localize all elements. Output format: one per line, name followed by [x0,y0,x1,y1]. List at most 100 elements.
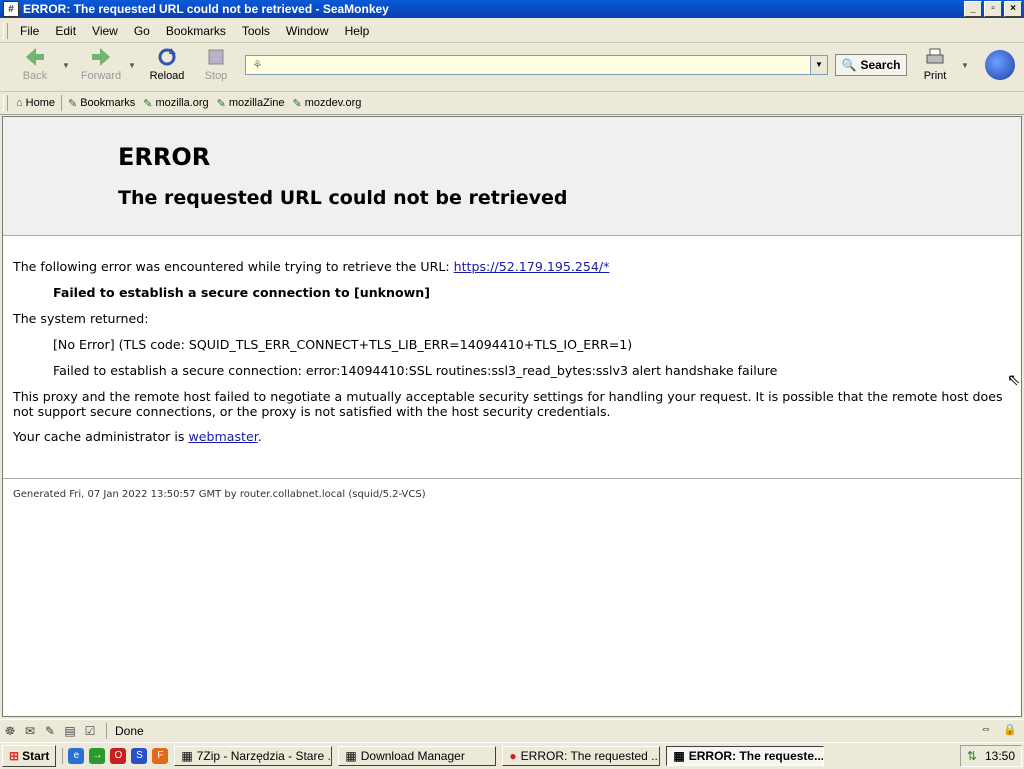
ie-icon[interactable]: e [68,748,85,764]
bookmarks-grip [3,95,8,111]
page-title: ERROR [118,143,211,171]
navigator-icon[interactable]: ☸ [0,724,20,738]
close-button[interactable]: × [1004,1,1022,17]
ssl-detail: Failed to establish a secure connection:… [53,363,778,378]
folder-icon: ▦ [181,749,193,763]
requested-url-link[interactable]: https://52.179.195.254/* [454,259,610,274]
stop-button[interactable]: Stop [191,46,241,82]
stop-label: Stop [204,70,228,82]
url-input[interactable] [270,57,814,75]
minimize-button[interactable]: _ [964,1,982,17]
quick-launch: e → O S F [62,748,169,764]
menu-go[interactable]: Go [126,24,158,38]
bookmarks-icon: ✎ [68,97,78,110]
menu-edit[interactable]: Edit [47,24,84,38]
windows-logo-icon: ⊞ [9,749,20,763]
status-text: Done [106,723,144,739]
page-subtitle: The requested URL could not be retrieved [118,187,568,209]
menu-bar: File Edit View Go Bookmarks Tools Window… [0,20,1024,43]
forward-button[interactable]: Forward [76,46,126,82]
seamonkey-task-icon: ▦ [673,749,685,763]
security-lock-icon: 🔒 [1003,724,1017,736]
bookmark-mozillazine[interactable]: ✎ mozillaZine [213,97,289,110]
menu-file[interactable]: File [12,24,47,38]
task-7zip[interactable]: ▦ 7Zip - Narzędzia - Stare ... [174,746,333,766]
mail-icon[interactable]: ✉ [20,724,40,738]
start-button[interactable]: ⊞ Start [2,745,57,767]
system-returned: The system returned: [13,311,149,326]
search-button[interactable]: 🔍 Search [835,54,907,76]
print-label: Print [923,70,947,82]
bookmark-label: mozdev.org [304,97,362,109]
reload-label: Reload [149,70,185,82]
menu-help[interactable]: Help [337,24,378,38]
addressbook-icon[interactable]: ▤ [60,724,80,738]
start-label: Start [22,749,50,763]
toolbar-grip [3,23,8,39]
link-icon: ✎ [143,97,153,110]
reload-button[interactable]: Reload [142,46,192,82]
composer-icon[interactable]: ✎ [40,724,60,738]
error-intro: The following error was encountered whil… [13,259,609,274]
back-dropdown-icon[interactable]: ▼ [62,61,70,70]
maximize-button[interactable]: ▫ [984,1,1002,17]
task-label: 7Zip - Narzędzia - Stare ... [196,749,333,763]
home-icon: ⌂ [16,97,23,109]
window-titlebar: # ERROR: The requested URL could not be … [0,0,1024,18]
back-button[interactable]: Back [10,46,60,82]
irc-icon[interactable]: ☑ [80,724,100,738]
bookmark-label: mozilla.org [155,97,209,109]
intro-text: The following error was encountered whil… [13,259,454,274]
opera-icon[interactable]: O [110,748,127,764]
bookmark-label: mozillaZine [228,97,285,109]
admin-prefix: Your cache administrator is [13,429,189,444]
bookmark-mozdev[interactable]: ✎ mozdev.org [289,97,366,110]
url-bar[interactable]: ⚘ ▼ [245,55,828,75]
error-failed: Failed to establish a secure connection … [53,285,431,300]
menu-tools[interactable]: Tools [234,24,278,38]
bookmark-mozilla-org[interactable]: ✎ mozilla.org [139,97,212,110]
forward-label: Forward [80,70,122,82]
page-footer: Generated Fri, 07 Jan 2022 13:50:57 GMT … [13,489,426,500]
url-dropdown-icon[interactable]: ▼ [810,56,827,74]
taskbar: ⊞ Start e → O S F ▦ 7Zip - Narzędzia - Sta… [0,742,1024,769]
bookmark-label: Bookmarks [80,97,136,109]
link-icon: ✎ [216,97,226,110]
bookmarks-toolbar: ⌂ Home ✎ Bookmarks ✎ mozilla.org ✎ mozillaZi… [0,92,1024,115]
reload-icon [158,48,176,66]
task-error-opera[interactable]: ● ERROR: The requested ... [502,746,661,766]
navigation-toolbar: Back ▼ Forward ▼ Reload Stop ⚘ ▼ 🔍 Searc… [0,43,1024,92]
online-status-icon[interactable]: ⇔ [976,723,996,739]
clock[interactable]: 13:50 [985,749,1015,763]
error-explanation: This proxy and the remote host failed to… [13,389,1003,419]
status-bar: ☸ ✉ ✎ ▤ ☑ Done ⇔ 🔒 [0,719,1024,742]
print-button[interactable]: Print [920,46,950,82]
bookmark-label: Home [25,97,55,109]
admin-line: Your cache administrator is webmaster. [13,429,262,444]
printer-icon [926,48,944,64]
show-desktop-icon[interactable]: → [89,748,106,764]
page-content: ERROR The requested URL could not be ret… [2,116,1022,717]
task-label: ERROR: The requeste... [688,749,825,763]
bookmark-home[interactable]: ⌂ Home [12,97,59,109]
webmaster-link[interactable]: webmaster [188,429,257,444]
mouse-cursor-icon: ⇖ [1007,372,1021,389]
seamonkey-throbber-icon[interactable] [985,50,1015,80]
bookmark-bookmarks[interactable]: ✎ Bookmarks [64,97,139,110]
error-header: ERROR The requested URL could not be ret… [3,117,1021,236]
download-icon: ▦ [345,749,357,763]
firefox-icon[interactable]: F [152,748,169,764]
menu-bookmarks[interactable]: Bookmarks [158,24,234,38]
forward-dropdown-icon[interactable]: ▼ [128,61,136,70]
task-download-manager[interactable]: ▦ Download Manager [338,746,497,766]
seamonkey-icon[interactable]: S [131,748,148,764]
network-tray-icon[interactable]: ⇅ [967,749,977,763]
search-label: Search [860,58,901,72]
task-error-seamonkey[interactable]: ▦ ERROR: The requeste... [666,746,825,766]
back-arrow-icon [26,48,44,66]
back-label: Back [22,70,48,82]
print-dropdown-icon[interactable]: ▼ [961,61,969,70]
site-icon: ⚘ [252,58,263,72]
menu-window[interactable]: Window [278,24,337,38]
menu-view[interactable]: View [84,24,126,38]
